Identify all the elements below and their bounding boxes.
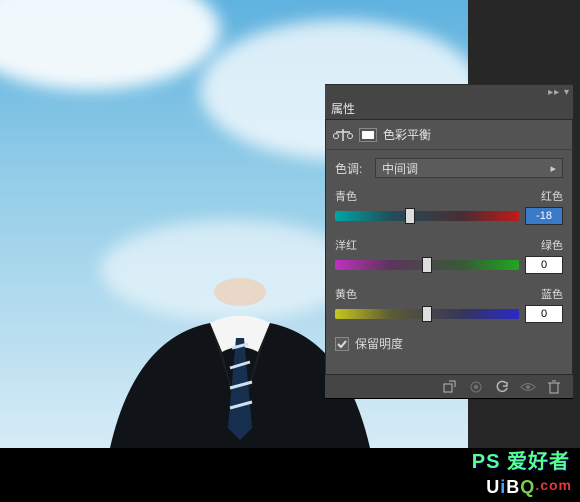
magenta-green-slider: 洋红 绿色 0 — [335, 237, 563, 274]
preserve-luminosity-row[interactable]: 保留明度 — [335, 335, 563, 352]
panel-flyout-icon[interactable]: ▸▸ ▾ — [548, 87, 570, 98]
slider-value-input[interactable]: 0 — [525, 305, 563, 323]
slider-track[interactable] — [335, 211, 519, 221]
preserve-label: 保留明度 — [355, 335, 403, 352]
preserve-checkbox[interactable] — [335, 337, 349, 351]
panel-title[interactable]: 属性 — [331, 100, 355, 117]
tone-select[interactable]: 中间调 ▸ — [375, 158, 563, 178]
watermark-text: PS 爱好者 — [472, 445, 570, 474]
site-watermark: UiBQ.com — [486, 477, 572, 498]
cloud — [0, 0, 220, 90]
slider-left-label: 青色 — [335, 188, 357, 204]
layer-mask-icon[interactable] — [359, 128, 377, 142]
properties-panel: 属性 色彩平衡 色调: 中间调 ▸ 青色 红色 — [325, 98, 573, 398]
slider-track[interactable] — [335, 260, 519, 270]
adjustment-type-row: 色彩平衡 — [325, 120, 573, 150]
reset-icon[interactable] — [493, 378, 511, 396]
slider-value-input[interactable]: 0 — [525, 256, 563, 274]
chevron-updown-icon: ▸ — [550, 162, 556, 175]
gradient-cyan-red — [335, 211, 519, 221]
yellow-blue-slider: 黄色 蓝色 0 — [335, 286, 563, 323]
check-icon — [337, 339, 347, 349]
tone-value: 中间调 — [382, 160, 418, 177]
slider-left-label: 黄色 — [335, 286, 357, 302]
panel-header: 属性 — [325, 98, 573, 120]
slider-left-label: 洋红 — [335, 237, 357, 253]
clip-icon[interactable] — [441, 378, 459, 396]
slider-thumb[interactable] — [422, 257, 432, 273]
slider-right-label: 绿色 — [541, 237, 563, 253]
slider-track[interactable] — [335, 309, 519, 319]
slider-right-label: 蓝色 — [541, 286, 563, 302]
slider-right-label: 红色 — [541, 188, 563, 204]
balance-icon — [333, 127, 353, 143]
panel-tab-strip: ▸▸ ▾ — [325, 84, 573, 98]
adjustment-type-label: 色彩平衡 — [383, 126, 431, 143]
tone-label: 色调: — [335, 160, 369, 177]
visibility-icon[interactable] — [519, 378, 537, 396]
slider-thumb[interactable] — [405, 208, 415, 224]
panel-footer — [325, 374, 573, 398]
view-icon[interactable] — [467, 378, 485, 396]
cyan-red-slider: 青色 红色 -18 — [335, 188, 563, 225]
tone-row: 色调: 中间调 ▸ — [335, 158, 563, 178]
slider-value-input[interactable]: -18 — [525, 207, 563, 225]
slider-thumb[interactable] — [422, 306, 432, 322]
trash-icon[interactable] — [545, 378, 563, 396]
